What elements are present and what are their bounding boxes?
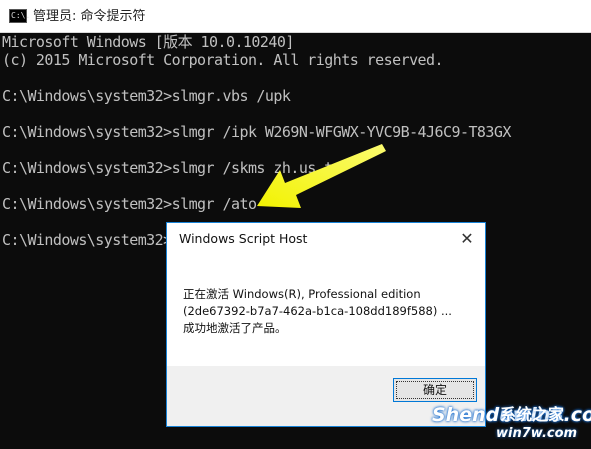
dialog-message-line: 正在激活 Windows(R), Professional edition [183,287,421,301]
command-prompt-icon: C:\. [9,9,30,23]
close-icon[interactable]: ✕ [457,229,477,249]
watermark-brand: 系统之家 [500,405,565,424]
dialog-message-line: 成功地激活了产品。 [183,321,287,335]
ok-button[interactable]: 确定 [393,378,477,402]
console-titlebar[interactable]: C:\. 管理员: 命令提示符 [0,0,591,33]
window-title: 管理员: 命令提示符 [33,8,146,24]
watermark-sub: win7w.com [496,426,578,441]
dialog-titlebar[interactable]: Windows Script Host ✕ [167,223,485,255]
console-line: (c) 2015 Microsoft Corporation. All righ… [2,51,444,69]
dialog-message-line: (2de67392-b7a7-462a-b1ca-108dd189f588) .… [183,304,452,318]
dialog-message-area: 正在激活 Windows(R), Professional edition (2… [167,255,485,366]
console-line: C:\Windows\system32>slmgr /ato [2,195,257,213]
console-prompt-line[interactable]: C:\Windows\system32> [2,231,172,249]
console-line: C:\Windows\system32>slmgr /skms zh.us.to [2,159,342,177]
script-host-dialog: Windows Script Host ✕ 正在激活 Windows(R), P… [166,222,486,427]
dialog-title: Windows Script Host [179,231,308,246]
console-line: C:\Windows\system32>slmgr.vbs /upk [2,87,291,105]
console-line: C:\Windows\system32>slmgr /ipk W269N-WFG… [2,123,511,141]
console-line: Microsoft Windows [版本 10.0.10240] [2,33,294,51]
